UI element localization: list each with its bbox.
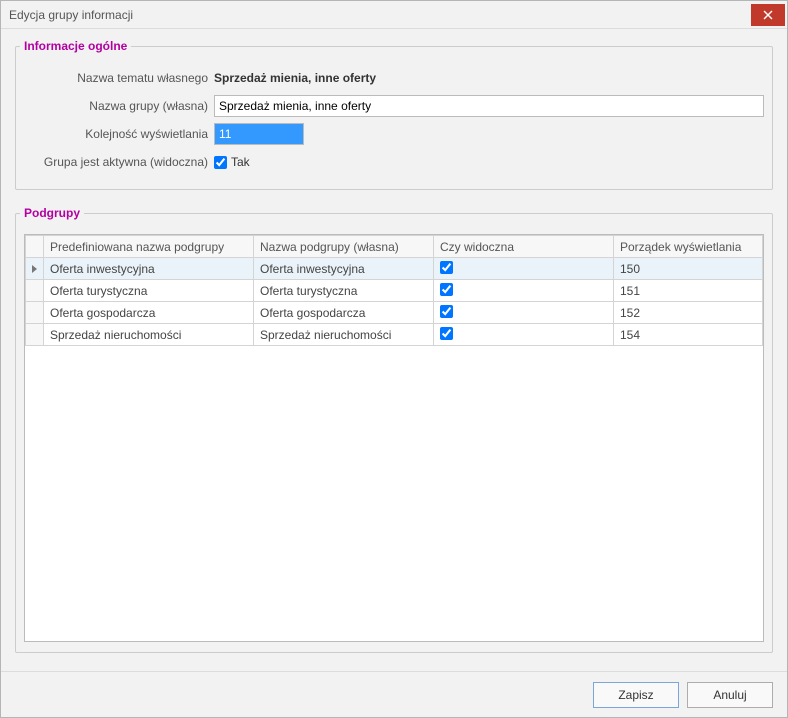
grid-header-visible[interactable]: Czy widoczna [434, 236, 614, 258]
table-row[interactable]: Oferta turystycznaOferta turystyczna 151 [26, 280, 763, 302]
save-button[interactable]: Zapisz [593, 682, 679, 708]
row-display-order: Kolejność wyświetlania [24, 123, 764, 145]
grid-header-selector [26, 236, 44, 258]
cell-own[interactable]: Sprzedaż nieruchomości [254, 324, 434, 346]
visible-checkbox[interactable] [440, 283, 453, 296]
cell-own[interactable]: Oferta turystyczna [254, 280, 434, 302]
cell-visible[interactable] [434, 258, 614, 280]
visible-checkbox[interactable] [440, 261, 453, 274]
cell-own[interactable]: Oferta inwestycyjna [254, 258, 434, 280]
row-indicator [26, 280, 44, 302]
grid-header-row: Predefiniowana nazwa podgrupy Nazwa podg… [26, 236, 763, 258]
content-area: Informacje ogólne Nazwa tematu własnego … [1, 29, 787, 671]
subgroups-legend: Podgrupy [20, 206, 84, 220]
close-button[interactable] [751, 4, 785, 26]
cell-predef[interactable]: Oferta gospodarcza [44, 302, 254, 324]
cell-visible[interactable] [434, 280, 614, 302]
cell-own[interactable]: Oferta gospodarcza [254, 302, 434, 324]
general-info-legend: Informacje ogólne [20, 39, 131, 53]
subgroups-grid[interactable]: Predefiniowana nazwa podgrupy Nazwa podg… [24, 234, 764, 642]
cell-order[interactable]: 151 [614, 280, 763, 302]
cell-visible[interactable] [434, 302, 614, 324]
cell-predef[interactable]: Sprzedaż nieruchomości [44, 324, 254, 346]
subgroups-group: Podgrupy Predefiniowana nazwa podgrupy [15, 206, 773, 653]
row-topic: Nazwa tematu własnego Sprzedaż mienia, i… [24, 67, 764, 89]
active-checkbox-label: Tak [231, 155, 250, 169]
cell-predef[interactable]: Oferta inwestycyjna [44, 258, 254, 280]
row-active: Grupa jest aktywna (widoczna) Tak [24, 151, 764, 173]
row-indicator [26, 258, 44, 280]
label-group-name: Nazwa grupy (własna) [24, 99, 214, 113]
cell-order[interactable]: 154 [614, 324, 763, 346]
value-topic: Sprzedaż mienia, inne oferty [214, 71, 376, 85]
visible-checkbox[interactable] [440, 305, 453, 318]
general-info-group: Informacje ogólne Nazwa tematu własnego … [15, 39, 773, 190]
dialog-footer: Zapisz Anuluj [1, 671, 787, 717]
grid-header-order[interactable]: Porządek wyświetlania [614, 236, 763, 258]
close-icon [763, 10, 773, 20]
group-name-input[interactable] [214, 95, 764, 117]
active-checkbox[interactable] [214, 156, 227, 169]
titlebar: Edycja grupy informacji [1, 1, 787, 29]
table-row[interactable]: Sprzedaż nieruchomościSprzedaż nieruchom… [26, 324, 763, 346]
row-group-name: Nazwa grupy (własna) [24, 95, 764, 117]
cell-order[interactable]: 150 [614, 258, 763, 280]
grid-header-predef[interactable]: Predefiniowana nazwa podgrupy [44, 236, 254, 258]
cancel-button[interactable]: Anuluj [687, 682, 773, 708]
label-topic: Nazwa tematu własnego [24, 71, 214, 85]
display-order-input[interactable] [214, 123, 304, 145]
table-row[interactable]: Oferta gospodarczaOferta gospodarcza 152 [26, 302, 763, 324]
row-indicator [26, 324, 44, 346]
grid-header-own[interactable]: Nazwa podgrupy (własna) [254, 236, 434, 258]
cell-order[interactable]: 152 [614, 302, 763, 324]
label-active: Grupa jest aktywna (widoczna) [24, 155, 214, 169]
window-title: Edycja grupy informacji [9, 8, 133, 22]
label-display-order: Kolejność wyświetlania [24, 127, 214, 141]
cell-visible[interactable] [434, 324, 614, 346]
visible-checkbox[interactable] [440, 327, 453, 340]
table-row[interactable]: Oferta inwestycyjnaOferta inwestycyjna 15… [26, 258, 763, 280]
caret-right-icon [32, 265, 37, 273]
row-indicator [26, 302, 44, 324]
dialog-window: Edycja grupy informacji Informacje ogóln… [0, 0, 788, 718]
cell-predef[interactable]: Oferta turystyczna [44, 280, 254, 302]
